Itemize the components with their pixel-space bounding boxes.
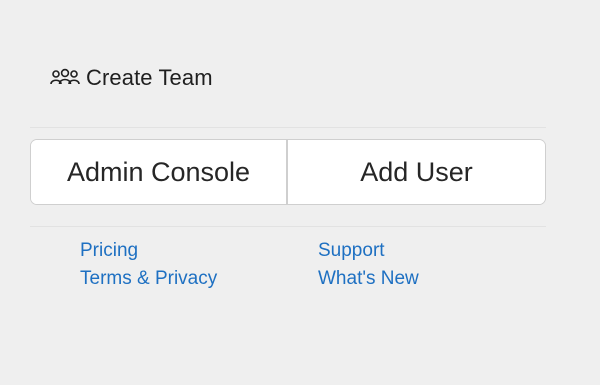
terms-privacy-link[interactable]: Terms & Privacy [80, 266, 318, 292]
divider [30, 226, 546, 227]
footer-links: Pricing Support Terms & Privacy What's N… [80, 238, 480, 292]
create-team-link[interactable]: Create Team [50, 62, 213, 94]
admin-console-button[interactable]: Admin Console [31, 140, 288, 204]
support-link[interactable]: Support [318, 238, 478, 264]
action-button-group: Admin Console Add User [30, 139, 546, 205]
pricing-link[interactable]: Pricing [80, 238, 318, 264]
whats-new-link[interactable]: What's New [318, 266, 478, 292]
divider [30, 127, 546, 128]
create-team-label: Create Team [86, 65, 213, 90]
team-icon [50, 68, 80, 88]
add-user-button[interactable]: Add User [288, 140, 545, 204]
